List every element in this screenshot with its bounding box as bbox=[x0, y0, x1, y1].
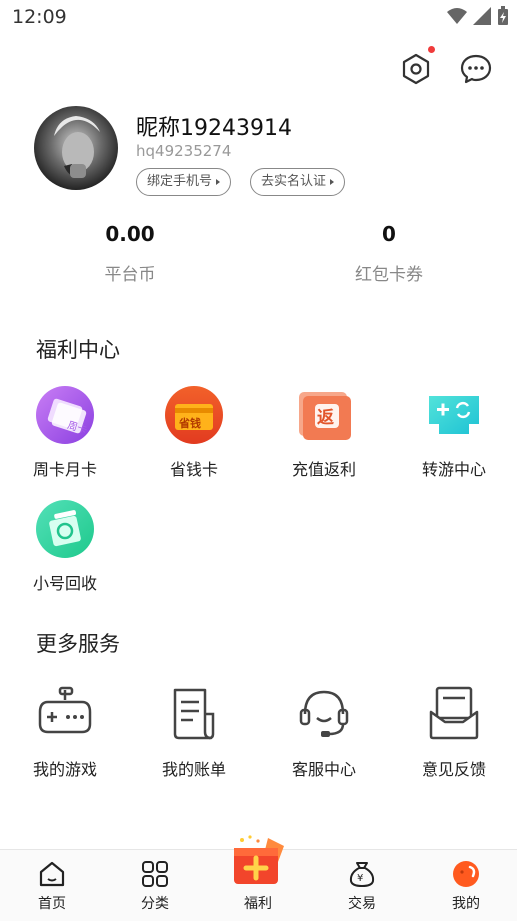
saving-card-icon: 省钱 bbox=[163, 384, 225, 446]
bill-icon bbox=[163, 684, 225, 746]
tab-label: 交易 bbox=[348, 896, 376, 912]
svg-text:返: 返 bbox=[317, 408, 334, 428]
feedback-icon bbox=[423, 684, 485, 746]
tab-label: 分类 bbox=[141, 896, 169, 912]
tab-welfare[interactable]: 福利 bbox=[218, 835, 298, 921]
tab-label: 首页 bbox=[38, 896, 66, 912]
stat-value: 0 bbox=[382, 222, 396, 246]
welfare-item-recycle[interactable]: 小号回收 bbox=[5, 498, 125, 594]
signal-icon bbox=[473, 7, 491, 25]
stat-value: 0.00 bbox=[105, 222, 155, 246]
welfare-item-rebate[interactable]: 返 充值返利 bbox=[264, 384, 384, 480]
service-item-label: 我的账单 bbox=[161, 760, 226, 779]
user-id: hq49235274 bbox=[136, 142, 232, 160]
category-icon bbox=[140, 859, 170, 889]
status-icons bbox=[447, 6, 509, 26]
gift-icon bbox=[228, 834, 290, 890]
home-icon bbox=[37, 859, 67, 889]
welfare-item-label: 省钱卡 bbox=[169, 460, 218, 479]
stat-label: 红包卡券 bbox=[355, 265, 423, 285]
service-item-my-games[interactable]: 我的游戏 bbox=[5, 684, 125, 780]
tab-label: 我的 bbox=[452, 896, 480, 912]
status-bar: 12:09 bbox=[0, 0, 517, 36]
welfare-item-label: 周卡月卡 bbox=[32, 460, 97, 479]
welfare-item-label: 充值返利 bbox=[291, 460, 356, 479]
status-time: 12:09 bbox=[12, 6, 67, 28]
profile-card: 昵称19243914 hq49235274 绑定手机号 去实名认证 bbox=[34, 106, 494, 196]
transfer-game-icon bbox=[423, 384, 485, 446]
bind-phone-button[interactable]: 绑定手机号 bbox=[136, 168, 232, 196]
service-item-customer-service[interactable]: 客服中心 bbox=[264, 684, 384, 780]
profile-icon bbox=[451, 859, 481, 889]
recycle-icon bbox=[34, 498, 96, 560]
tab-category[interactable]: 分类 bbox=[115, 850, 195, 921]
top-actions bbox=[399, 46, 493, 86]
svg-text:¥: ¥ bbox=[357, 873, 363, 884]
service-item-my-bills[interactable]: 我的账单 bbox=[134, 684, 254, 780]
weekly-card-icon: 周卡 bbox=[34, 384, 96, 446]
platform-coin-stat[interactable]: 0.00 平台币 bbox=[30, 222, 230, 285]
welfare-item-weekly-card[interactable]: 周卡 周卡月卡 bbox=[5, 384, 125, 480]
stats-row: 0.00 平台币 0 红包卡券 bbox=[0, 222, 517, 292]
verify-identity-button[interactable]: 去实名认证 bbox=[250, 168, 346, 196]
bind-phone-label: 绑定手机号 bbox=[147, 174, 213, 189]
svg-text:省钱: 省钱 bbox=[178, 416, 201, 430]
chat-bubble-icon bbox=[460, 54, 492, 84]
gamepad-icon bbox=[34, 684, 96, 746]
triangle-right-icon bbox=[330, 179, 335, 185]
service-item-label: 我的游戏 bbox=[32, 760, 97, 779]
service-item-label: 客服中心 bbox=[291, 760, 356, 779]
stat-label: 平台币 bbox=[104, 265, 156, 285]
verify-label: 去实名认证 bbox=[261, 174, 327, 189]
triangle-right-icon bbox=[216, 179, 221, 185]
services-title: 更多服务 bbox=[36, 632, 120, 656]
tab-mine[interactable]: 我的 bbox=[426, 850, 506, 921]
settings-button[interactable] bbox=[399, 46, 435, 86]
headset-icon bbox=[293, 684, 355, 746]
service-item-feedback[interactable]: 意见反馈 bbox=[394, 684, 514, 780]
welfare-item-transfer-game[interactable]: 转游中心 bbox=[394, 384, 514, 480]
message-button[interactable] bbox=[459, 52, 493, 86]
tab-trade[interactable]: ¥ 交易 bbox=[322, 850, 402, 921]
settings-hex-icon bbox=[402, 53, 430, 85]
nickname: 昵称19243914 bbox=[136, 116, 292, 141]
rebate-icon: 返 bbox=[293, 384, 355, 446]
avatar[interactable] bbox=[34, 106, 118, 190]
bottom-tab-bar: 首页 分类 福利 ¥ 交易 我的 bbox=[0, 835, 517, 921]
welfare-item-label: 转游中心 bbox=[421, 460, 486, 479]
notification-dot bbox=[428, 46, 435, 53]
wifi-icon bbox=[447, 8, 467, 24]
tab-label: 福利 bbox=[244, 896, 272, 912]
welfare-item-label: 小号回收 bbox=[32, 574, 97, 593]
welfare-title: 福利中心 bbox=[36, 338, 120, 362]
money-bag-icon: ¥ bbox=[347, 859, 377, 889]
battery-icon bbox=[498, 6, 508, 25]
service-item-label: 意见反馈 bbox=[421, 760, 486, 779]
welfare-item-saving-card[interactable]: 省钱 省钱卡 bbox=[134, 384, 254, 480]
coupon-stat[interactable]: 0 红包卡券 bbox=[289, 222, 489, 285]
tab-home[interactable]: 首页 bbox=[12, 850, 92, 921]
